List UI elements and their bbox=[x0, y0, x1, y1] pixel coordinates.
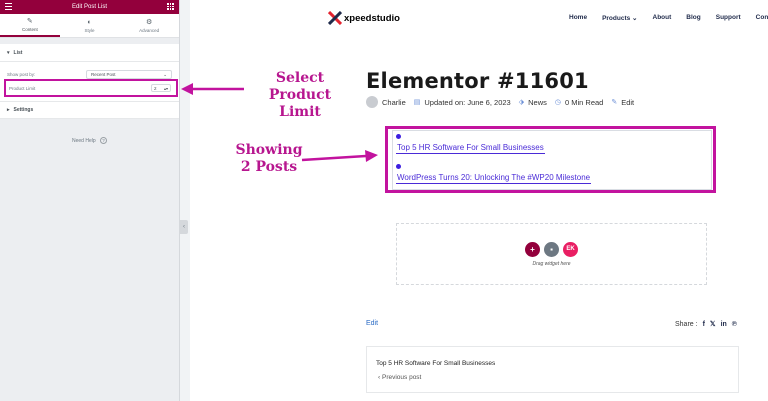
share-bar: Share : f 𝕏 in ℗ bbox=[675, 320, 737, 329]
nav-card-title[interactable]: Top 5 HR Software For Small Businesses bbox=[376, 360, 495, 367]
calendar-icon: ▤ bbox=[413, 99, 421, 106]
panel-divider bbox=[180, 0, 190, 401]
author-name[interactable]: Charlie bbox=[382, 98, 406, 107]
tab-label: Content bbox=[21, 26, 38, 32]
product-limit-label: Product Limit bbox=[9, 85, 36, 91]
tab-style[interactable]: ◐ Style bbox=[60, 14, 120, 37]
updated-date: Updated on: June 6, 2023 bbox=[424, 97, 511, 107]
share-label: Share : bbox=[675, 320, 698, 328]
show-post-by-select[interactable]: Recent Post ⌄ bbox=[86, 70, 172, 79]
need-help-link[interactable]: Need Help ? bbox=[0, 137, 179, 144]
tag-icon: ⬗ bbox=[518, 99, 525, 106]
annotation-showing-posts: Showing 2 Posts bbox=[235, 142, 303, 175]
need-help-label: Need Help bbox=[71, 137, 96, 144]
logo-mark-icon bbox=[328, 11, 342, 25]
previous-post-link[interactable]: ‹ Previous post bbox=[378, 374, 421, 381]
gear-icon: ⚙ bbox=[146, 18, 153, 26]
linkedin-icon[interactable]: in bbox=[721, 321, 727, 328]
facebook-icon[interactable]: f bbox=[703, 321, 705, 328]
edit-post-link[interactable]: Edit bbox=[621, 98, 634, 107]
section-settings-header[interactable]: ▸ Settings bbox=[0, 101, 179, 119]
section-list-label: List bbox=[13, 49, 23, 56]
post-link[interactable]: WordPress Turns 20: Unlocking The #WP20 … bbox=[396, 173, 592, 184]
read-time: 0 Min Read bbox=[564, 97, 604, 107]
post-title: Elementor #11601 bbox=[366, 69, 589, 93]
caret-down-icon: ▾ bbox=[7, 49, 10, 56]
tab-label: Style bbox=[84, 27, 95, 33]
nav-about[interactable]: About bbox=[653, 14, 672, 22]
drop-zone-text: Drag widget here bbox=[532, 260, 571, 267]
arrow-right-icon bbox=[301, 150, 378, 162]
chevron-down-icon: ⌄ bbox=[163, 71, 167, 77]
site-logo[interactable]: xpeedstudio bbox=[328, 9, 400, 27]
post-link[interactable]: Top 5 HR Software For Small Businesses bbox=[396, 143, 545, 154]
section-list-header[interactable]: ▾ List bbox=[0, 44, 179, 62]
editor-panel: Edit Post List ✎ Content ◐ Style ⚙ Advan… bbox=[0, 0, 180, 401]
show-post-by-label: Show post by: bbox=[7, 72, 36, 77]
edit-link[interactable]: Edit bbox=[366, 320, 378, 327]
site-nav: Home Products ⌄ About Blog Support Cont bbox=[569, 14, 768, 22]
panel-header: Edit Post List bbox=[0, 0, 179, 14]
collapse-panel-button[interactable]: ‹ bbox=[180, 220, 188, 234]
panel-tabs: ✎ Content ◐ Style ⚙ Advanced bbox=[0, 14, 179, 38]
contrast-icon: ◐ bbox=[87, 18, 92, 26]
logo-text: xpeedstudio bbox=[344, 12, 400, 24]
pencil-icon: ✎ bbox=[26, 17, 33, 25]
product-limit-control: Product Limit 2 ▴▾ bbox=[4, 79, 178, 97]
stepper-icon[interactable]: ▴▾ bbox=[164, 86, 168, 91]
pinterest-icon[interactable]: ℗ bbox=[732, 321, 737, 328]
chevron-down-icon: ⌄ bbox=[630, 15, 638, 22]
tab-label: Advanced bbox=[139, 27, 160, 33]
caret-right-icon: ▸ bbox=[7, 107, 10, 113]
elementskit-icon[interactable]: EK bbox=[563, 241, 578, 257]
annotation-select-limit: Select Product Limit bbox=[268, 70, 332, 120]
question-icon: ? bbox=[100, 137, 108, 144]
widgets-grid-icon[interactable] bbox=[167, 3, 174, 10]
widget-drop-zone[interactable]: + ▪ EK Drag widget here bbox=[396, 223, 707, 285]
nav-support[interactable]: Support bbox=[716, 14, 741, 22]
previous-post-label: Previous post bbox=[381, 374, 422, 381]
pencil-icon: ✎ bbox=[611, 99, 618, 106]
arrow-left-icon bbox=[181, 83, 244, 95]
nav-blog[interactable]: Blog bbox=[686, 14, 700, 22]
avatar bbox=[366, 96, 378, 108]
product-limit-value: 2 bbox=[154, 85, 157, 91]
screenshot-root: Edit Post List ✎ Content ◐ Style ⚙ Advan… bbox=[0, 0, 768, 401]
post-meta: Charlie ▤ Updated on: June 6, 2023 ⬗ New… bbox=[366, 96, 634, 108]
drop-zone-actions: + ▪ EK bbox=[525, 241, 578, 257]
show-post-by-value: Recent Post bbox=[91, 72, 116, 77]
section-settings-label: Settings bbox=[13, 107, 34, 113]
nav-contact[interactable]: Cont bbox=[756, 14, 768, 22]
list-item: Top 5 HR Software For Small Businesses bbox=[396, 134, 545, 154]
nav-products-label: Products bbox=[602, 15, 631, 22]
folder-icon[interactable]: ▪ bbox=[544, 241, 559, 257]
bullet-icon bbox=[396, 134, 401, 139]
nav-products[interactable]: Products ⌄ bbox=[602, 14, 637, 22]
tab-content[interactable]: ✎ Content bbox=[0, 14, 60, 37]
product-limit-input[interactable]: 2 ▴▾ bbox=[151, 84, 171, 92]
nav-home[interactable]: Home bbox=[569, 14, 587, 22]
menu-icon[interactable] bbox=[5, 3, 12, 10]
twitter-icon[interactable]: 𝕏 bbox=[710, 320, 716, 328]
post-category[interactable]: News bbox=[528, 98, 547, 107]
tab-advanced[interactable]: ⚙ Advanced bbox=[119, 14, 179, 37]
list-item: WordPress Turns 20: Unlocking The #WP20 … bbox=[396, 164, 592, 184]
bullet-icon bbox=[396, 164, 401, 169]
clock-icon: ◷ bbox=[554, 99, 561, 106]
post-navigation-card: Top 5 HR Software For Small Businesses ‹… bbox=[366, 346, 739, 393]
show-post-by-control: Show post by: Recent Post ⌄ bbox=[7, 70, 172, 79]
add-section-icon[interactable]: + bbox=[525, 241, 540, 257]
panel-title: Edit Post List bbox=[71, 4, 107, 10]
